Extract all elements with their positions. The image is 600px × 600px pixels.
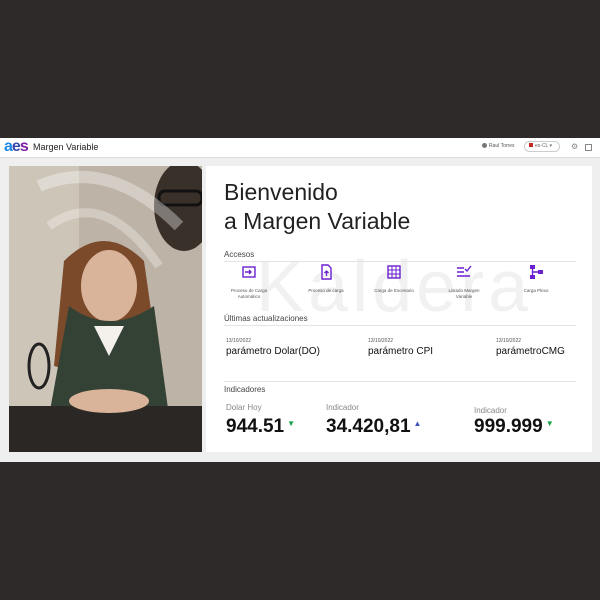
trend-down-icon: ▼ xyxy=(545,419,554,428)
update-name[interactable]: parámetro CPI xyxy=(368,346,433,357)
user-menu[interactable]: Raul Torres xyxy=(482,143,514,149)
indicator-label: Indicador xyxy=(326,403,359,412)
accesos-title: Accesos xyxy=(224,250,255,259)
access-carga-plexo[interactable]: Carga Plexo xyxy=(516,264,556,294)
top-bar: aes Margen Variable Raul Torres es-CL ▾ … xyxy=(0,138,600,158)
access-label: Proceso de carga xyxy=(308,288,344,293)
divider xyxy=(224,325,576,326)
hero-photo xyxy=(9,166,202,452)
updates-title: Últimas actualizaciones xyxy=(224,314,308,323)
access-label: Carga de Escenario xyxy=(374,288,414,293)
indicator-label: Indicador xyxy=(474,406,507,415)
access-listado-margen-variable[interactable]: Listado Margen Variable xyxy=(444,264,484,299)
indicators-title: Indicadores xyxy=(224,385,266,394)
indicator-value: 999.999 xyxy=(474,416,543,437)
language-select[interactable]: es-CL ▾ xyxy=(524,141,560,152)
indicator-value: 34.420,81 xyxy=(326,416,411,437)
access-label: Listado Margen Variable xyxy=(448,288,480,299)
table-icon xyxy=(387,265,401,279)
access-proceso-carga-automatico[interactable]: Proceso de Carga Automático xyxy=(229,264,269,299)
access-label: Carga Plexo xyxy=(523,288,549,293)
dashboard-panel: Kaldera Bienvenido a Margen Variable Acc… xyxy=(206,166,592,452)
aes-logo[interactable]: aes xyxy=(4,139,29,155)
checklist-icon xyxy=(457,265,472,277)
gear-icon[interactable]: ⚙ xyxy=(571,142,578,152)
app-window: aes Margen Variable Raul Torres es-CL ▾ … xyxy=(0,138,600,462)
divider xyxy=(224,261,576,262)
update-date: 13/10/2022 xyxy=(226,338,252,344)
flag-icon xyxy=(529,143,533,147)
access-carga-de-escenario[interactable]: Carga de Escenario xyxy=(374,264,414,294)
trend-up-icon: ▲ xyxy=(413,419,422,428)
trend-down-icon: ▼ xyxy=(287,419,296,428)
file-upload-icon xyxy=(321,264,332,280)
indicator-label: Dolar Hoy xyxy=(226,403,262,412)
import-icon xyxy=(242,266,256,278)
language-label: es-CL xyxy=(535,143,549,149)
update-name[interactable]: parámetroCMG xyxy=(496,346,565,357)
hero-photo-illustration xyxy=(9,166,202,452)
divider xyxy=(224,381,576,382)
indicator-value-dolar: 944.51 ▼ xyxy=(226,416,295,438)
welcome-heading: Bienvenido a Margen Variable xyxy=(224,178,410,236)
access-proceso-de-carga[interactable]: Proceso de carga xyxy=(306,264,346,294)
app-title: Margen Variable xyxy=(33,142,99,152)
indicator-value-3: 999.999 ▼ xyxy=(474,416,554,438)
update-date: 13/10/2022 xyxy=(368,338,394,344)
apps-grid-icon[interactable] xyxy=(585,144,592,151)
access-label: Proceso de Carga Automático xyxy=(230,288,268,299)
indicator-value: 944.51 xyxy=(226,416,285,437)
hierarchy-icon xyxy=(530,265,543,279)
update-name[interactable]: parámetro Dolar(DO) xyxy=(226,346,320,357)
welcome-line-1: Bienvenido xyxy=(224,179,338,205)
indicator-value-2: 34.420,81 ▲ xyxy=(326,416,421,438)
user-icon xyxy=(482,143,487,148)
welcome-line-2: a Margen Variable xyxy=(224,208,411,234)
user-name: Raul Torres xyxy=(489,143,515,149)
update-date: 13/10/2022 xyxy=(496,338,522,344)
